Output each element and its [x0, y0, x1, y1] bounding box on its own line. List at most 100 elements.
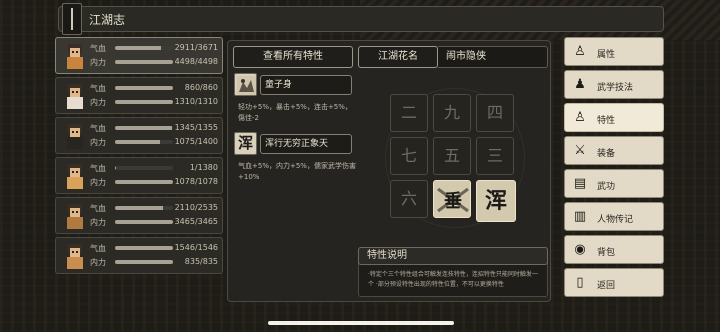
- hp-bar-fill: [115, 246, 173, 250]
- sword-icon: ⚔: [574, 143, 586, 158]
- menu-button[interactable]: ▤ 武功: [564, 169, 664, 198]
- hp-value: 1546/1546: [174, 243, 218, 252]
- mp-value: 3465/3465: [174, 217, 218, 226]
- hp-label: 气血: [90, 204, 106, 213]
- menu-label: 装备: [597, 149, 616, 159]
- character-card[interactable]: 气血 2911/3671 内力 4498/4498: [55, 37, 223, 74]
- character-card[interactable]: 气血 1345/1355 内力 1075/1400: [55, 117, 223, 154]
- mp-bar: [115, 100, 173, 104]
- return-icon: ▯: [576, 275, 584, 290]
- mp-bar-fill: [115, 220, 173, 224]
- bag-icon: ◉: [574, 242, 586, 257]
- hp-label: 气血: [90, 44, 106, 53]
- menu-label: 武功: [597, 182, 616, 192]
- description-text: ·特定个三个特性组合可触发连技特性，连招特性只能同时触发一个 ·部分预设特性出现…: [368, 271, 538, 288]
- hp-bar: [115, 166, 173, 170]
- character-card[interactable]: 气血 1/1380 内力 1078/1078: [55, 157, 223, 194]
- menu-label: 特性: [597, 116, 616, 126]
- menu-button[interactable]: ▥ 人物传记: [564, 202, 664, 231]
- trait-slot[interactable]: 垂: [433, 180, 471, 218]
- hp-label: 气血: [90, 124, 106, 133]
- hp-bar-fill: [115, 86, 173, 90]
- book-icon: [62, 3, 82, 35]
- character-avatar-icon: [59, 240, 91, 272]
- character-card[interactable]: 气血 860/860 内力 1310/1310: [55, 77, 223, 114]
- child-icon: [234, 73, 257, 96]
- menu-label: 背包: [597, 248, 616, 258]
- mp-bar: [115, 220, 173, 224]
- hp-label: 气血: [90, 164, 106, 173]
- trait-slot[interactable]: 七: [390, 137, 428, 175]
- menu-button[interactable]: ♙ 特性: [564, 103, 664, 132]
- trait-slot[interactable]: 浑: [476, 180, 516, 222]
- menu-label: 返回: [597, 281, 616, 291]
- mp-label: 内力: [90, 98, 106, 107]
- trait-slot[interactable]: 五: [433, 137, 471, 175]
- mp-label: 内力: [90, 258, 106, 267]
- mp-label: 内力: [90, 178, 106, 187]
- manual-icon: ▤: [573, 176, 587, 191]
- mp-bar: [115, 260, 173, 264]
- hp-bar-fill: [115, 206, 164, 210]
- trait-name: 童子身: [260, 75, 352, 95]
- hp-bar-fill: [115, 126, 173, 130]
- mp-value: 4498/4498: [174, 57, 218, 66]
- trait-slot[interactable]: 二: [390, 94, 428, 132]
- mp-bar: [115, 180, 173, 184]
- menu-label: 武学技法: [597, 83, 634, 93]
- trait-slot[interactable]: 六: [390, 180, 428, 218]
- hp-label: 气血: [90, 244, 106, 253]
- hun-char-icon: 浑: [234, 132, 257, 155]
- trait-desc: 气血+5%，内力+5%，儒家武学伤害+10%: [238, 162, 356, 181]
- menu-label: 人物传记: [597, 215, 634, 225]
- menu-button[interactable]: ◉ 背包: [564, 235, 664, 264]
- menu-button[interactable]: ♟ 武学技法: [564, 70, 664, 99]
- hp-bar: [115, 46, 173, 50]
- chain-trait-icon: 垂: [437, 187, 469, 213]
- hp-bar-fill: [115, 166, 116, 170]
- svg-text:垂: 垂: [444, 191, 462, 212]
- character-avatar-icon: [59, 40, 91, 72]
- character-avatar-icon: [59, 200, 91, 232]
- trait-desc: 轻功+5%，暴击+5%，连击+5%，傷佳-2: [238, 103, 352, 122]
- trait-name: 浑行无穷正象天: [260, 134, 352, 154]
- hp-value: 1345/1355: [174, 123, 218, 132]
- mp-label: 内力: [90, 58, 106, 67]
- mp-bar-fill: [115, 60, 173, 64]
- mp-value: 1078/1078: [174, 177, 218, 186]
- trait-slot[interactable]: 四: [476, 94, 514, 132]
- hp-bar-fill: [115, 46, 161, 50]
- menu-button[interactable]: ♙ 属性: [564, 37, 664, 66]
- page-title: 江湖志: [89, 13, 126, 27]
- hp-bar: [115, 206, 173, 210]
- character-card[interactable]: 气血 1546/1546 内力 835/835: [55, 237, 223, 274]
- mp-value: 1075/1400: [174, 137, 218, 146]
- character-avatar-icon: [59, 80, 91, 112]
- character-card[interactable]: 气血 2110/2535 内力 3465/3465: [55, 197, 223, 234]
- hp-value: 1/1380: [189, 163, 218, 172]
- menu-label: 属性: [597, 50, 616, 60]
- hp-value: 2110/2535: [174, 203, 218, 212]
- mp-bar-fill: [115, 260, 173, 264]
- trait-icon: ♙: [574, 110, 586, 125]
- home-indicator[interactable]: [268, 321, 454, 325]
- character-list: 气血 2911/3671 内力 4498/4498 气血 860/860 内力 1310/13…: [55, 37, 223, 317]
- trait-slot[interactable]: 九: [433, 94, 471, 132]
- hp-bar: [115, 246, 173, 250]
- hp-bar: [115, 86, 173, 90]
- book-icon: ▥: [573, 209, 587, 224]
- mp-value: 1310/1310: [174, 97, 218, 106]
- nickname-label: 江湖花名: [358, 46, 438, 68]
- mp-bar: [115, 60, 173, 64]
- character-avatar-icon: [59, 160, 91, 192]
- view-all-traits-button[interactable]: 查看所有特性: [233, 46, 353, 68]
- mp-bar-fill: [115, 180, 173, 184]
- character-avatar-icon: [59, 120, 91, 152]
- mp-value: 835/835: [184, 257, 218, 266]
- nickname-value: 闹市隐侠: [438, 46, 548, 68]
- menu-button[interactable]: ⚔ 装备: [564, 136, 664, 165]
- menu-button[interactable]: ▯ 返回: [564, 268, 664, 297]
- hp-bar: [115, 126, 173, 130]
- martial-icon: ♟: [574, 77, 586, 92]
- trait-slot[interactable]: 三: [476, 137, 514, 175]
